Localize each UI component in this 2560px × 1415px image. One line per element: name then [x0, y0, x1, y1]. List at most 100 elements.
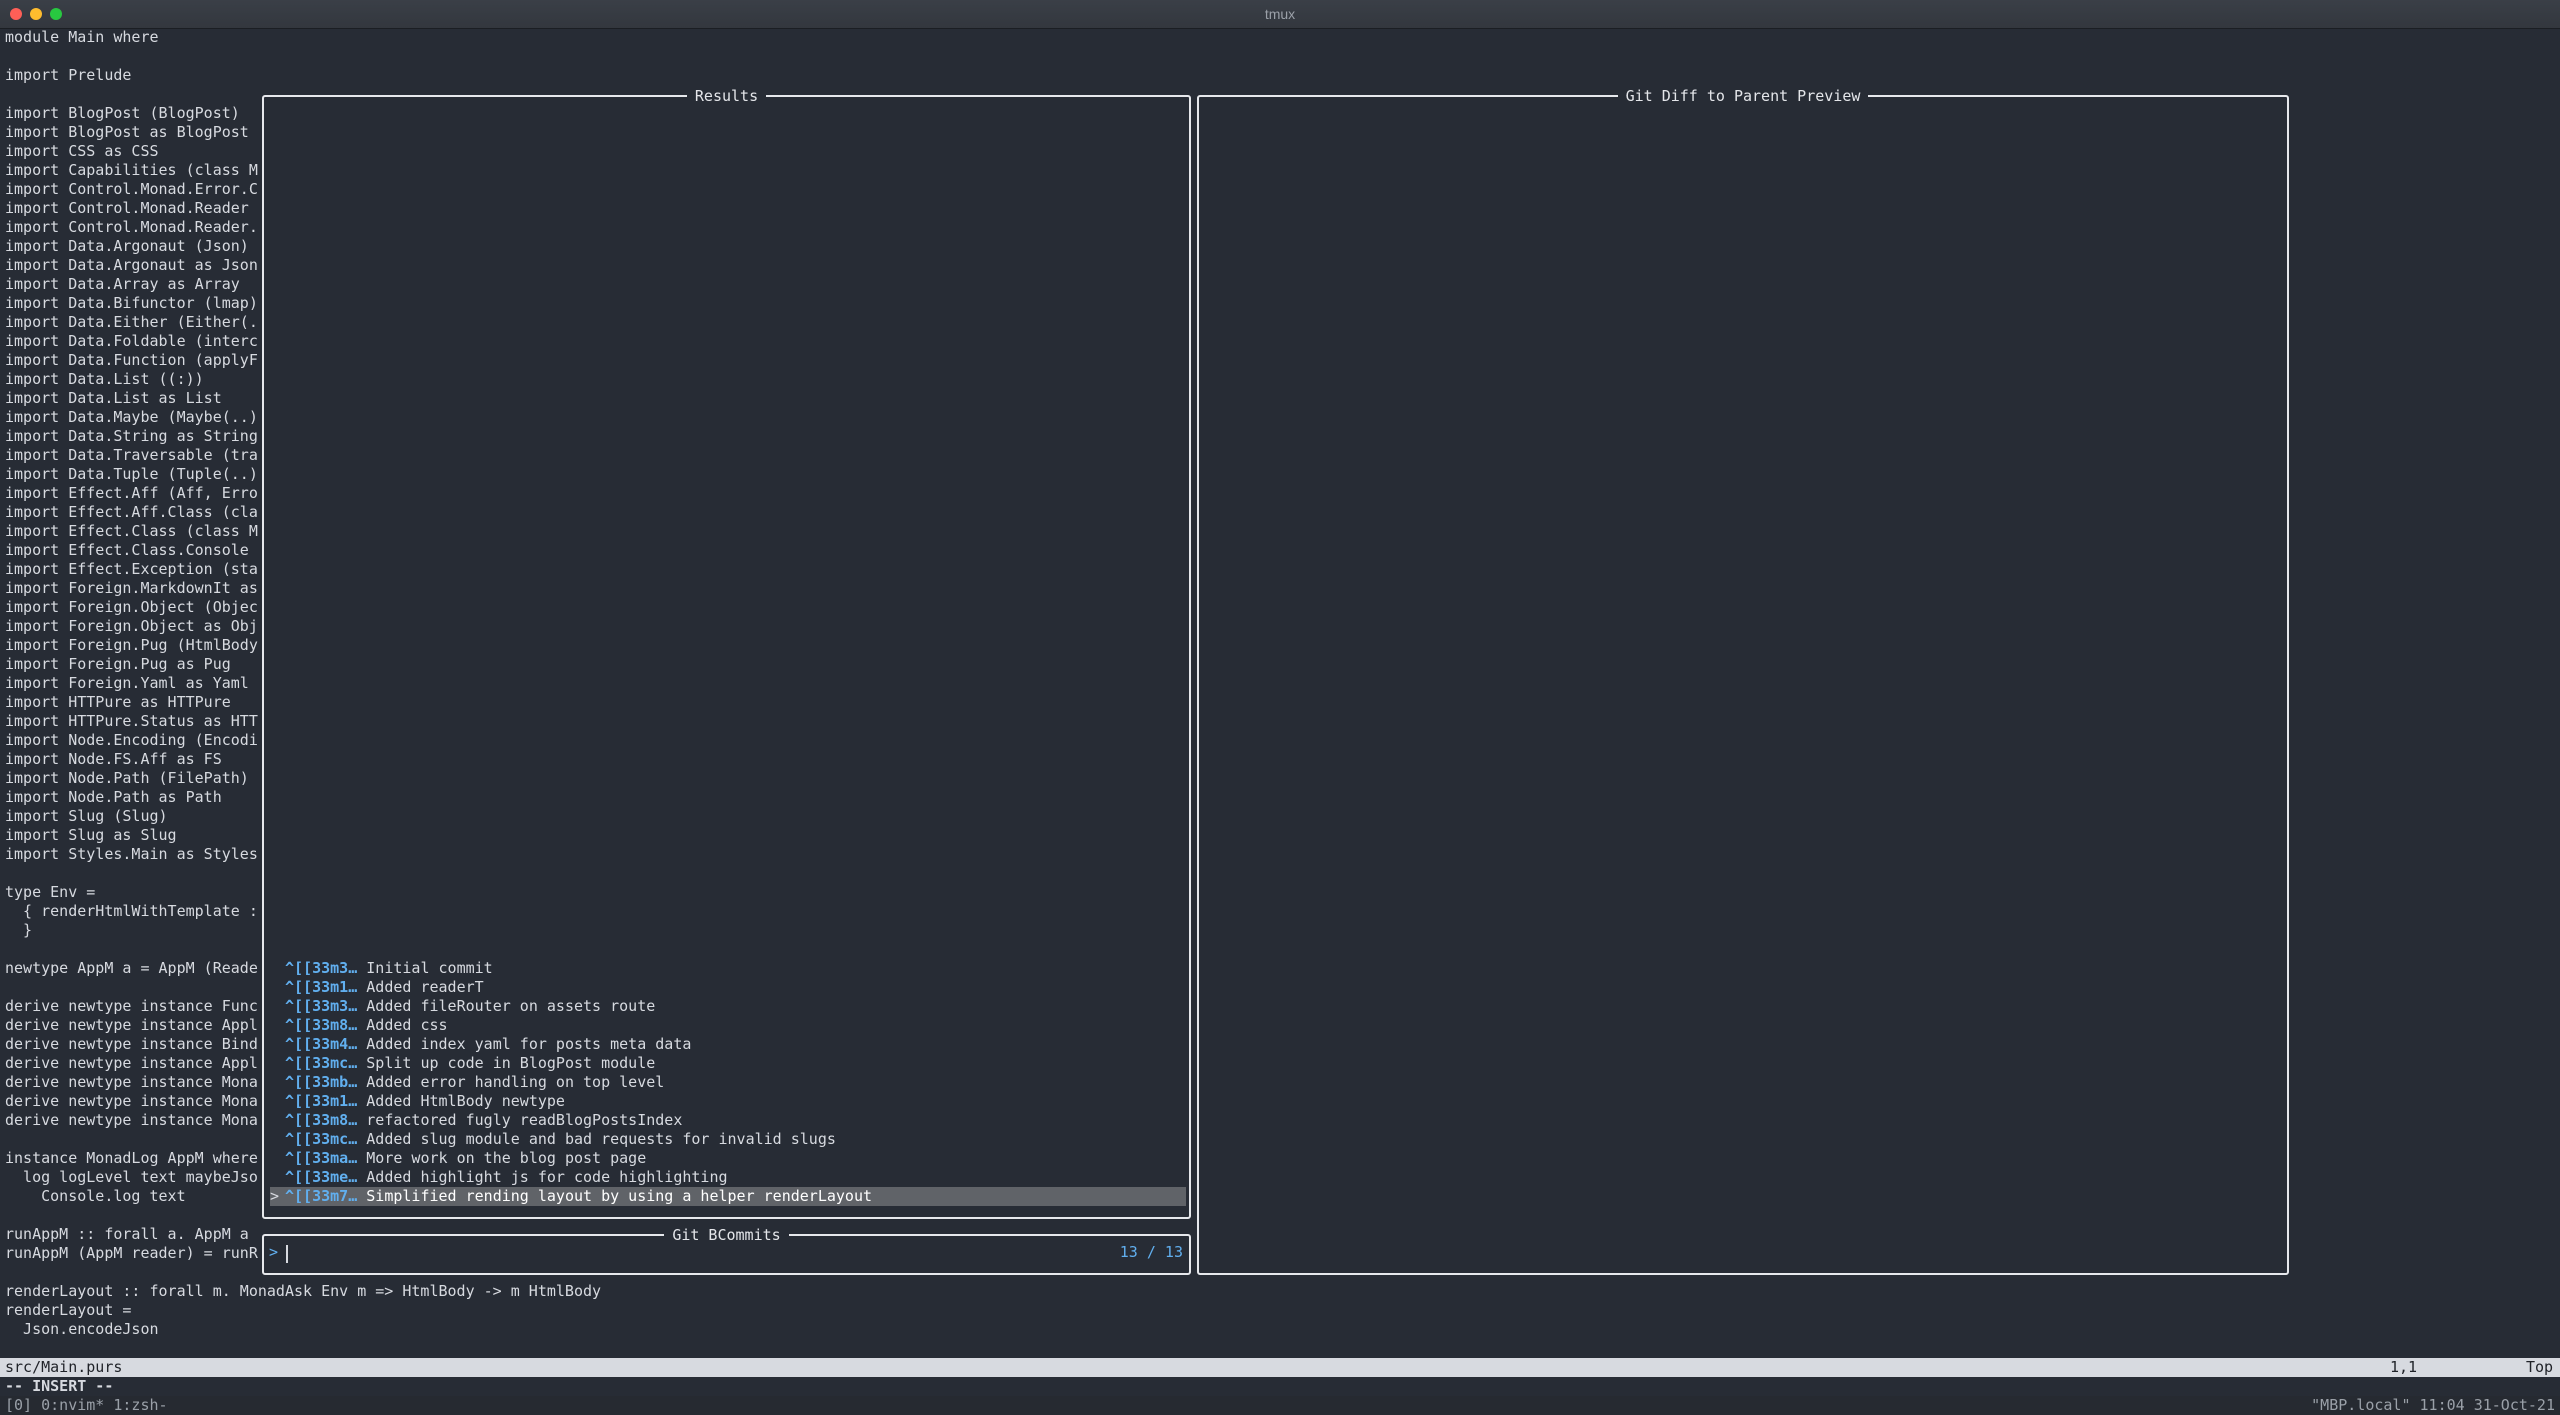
- commit-row[interactable]: ^[[33mc… Added slug module and bad reque…: [270, 1130, 1186, 1149]
- code-line: type Env =: [5, 883, 96, 901]
- commit-row[interactable]: ^[[33me… Added highlight js for code hig…: [270, 1168, 1186, 1187]
- code-line: import Node.Path as Path: [5, 788, 222, 806]
- code-line: import Data.Either (Either(.: [5, 313, 258, 331]
- code-line: log logLevel text maybeJso: [5, 1168, 258, 1186]
- commit-message: Added slug module and bad requests for i…: [366, 1130, 836, 1148]
- commit-hash: ^[[33m3…: [285, 959, 358, 977]
- commit-hash: ^[[33m1…: [285, 1092, 358, 1110]
- commit-row[interactable]: ^[[33m3… Initial commit: [270, 959, 1186, 978]
- window-title: tmux: [1264, 6, 1296, 22]
- commit-hash: ^[[33me…: [285, 1168, 358, 1186]
- code-line: import BlogPost as BlogPost: [5, 123, 249, 141]
- commit-row[interactable]: ^[[33m3… Added fileRouter on assets rout…: [270, 997, 1186, 1016]
- code-line: derive newtype instance Appl: [5, 1054, 258, 1072]
- scroll-position: Top: [2526, 1358, 2554, 1376]
- code-line: import Node.Encoding (Encodi: [5, 731, 258, 749]
- preview-pane-title: Git Diff to Parent Preview: [1617, 87, 1869, 105]
- window-titlebar: tmux: [0, 0, 2560, 29]
- code-line: import Slug (Slug): [5, 807, 168, 825]
- code-line: import Effect.Exception (sta: [5, 560, 258, 578]
- code-line: runAppM (AppM reader) = runR: [5, 1244, 258, 1262]
- code-line: import Node.Path (FilePath): [5, 769, 249, 787]
- code-line: import Slug as Slug: [5, 826, 177, 844]
- code-line: import Effect.Aff.Class (cla: [5, 503, 258, 521]
- code-line: import Foreign.Pug (HtmlBody: [5, 636, 258, 654]
- code-line: import HTTPure as HTTPure: [5, 693, 231, 711]
- code-line: renderLayout :: forall m. MonadAsk Env m…: [5, 1282, 602, 1300]
- code-line: import Control.Monad.Reader: [5, 199, 249, 217]
- code-line: derive newtype instance Func: [5, 997, 258, 1015]
- code-line: import Foreign.Object (Objec: [5, 598, 258, 616]
- prompt-pane-title: Git BCommits: [664, 1226, 789, 1244]
- tmux-windows[interactable]: [0] 0:nvim* 1:zsh-: [5, 1396, 168, 1415]
- commit-message: Added index yaml for posts meta data: [366, 1035, 692, 1053]
- selection-marker: >: [270, 1187, 280, 1205]
- commit-message: Added HtmlBody newtype: [366, 1092, 565, 1110]
- commit-message: More work on the blog post page: [366, 1149, 647, 1167]
- commit-row[interactable]: ^[[33m4… Added index yaml for posts meta…: [270, 1035, 1186, 1054]
- commit-message: Added readerT: [366, 978, 484, 996]
- code-line: import Foreign.Object as Obj: [5, 617, 258, 635]
- code-line: newtype AppM a = AppM (Reade: [5, 959, 258, 977]
- commit-row[interactable]: > ^[[33m7… Simplified rending layout by u…: [270, 1187, 1186, 1206]
- commit-row[interactable]: ^[[33m8… refactored fugly readBlogPostsI…: [270, 1111, 1186, 1130]
- code-line: derive newtype instance Mona: [5, 1092, 258, 1110]
- code-line: import Data.Traversable (tra: [5, 446, 258, 464]
- code-line: runAppM :: forall a. AppM a: [5, 1225, 249, 1243]
- code-line: }: [5, 921, 33, 939]
- maximize-window-button[interactable]: [50, 8, 62, 20]
- code-line: import Effect.Aff (Aff, Erro: [5, 484, 258, 502]
- results-pane: Results ^[[33m3… Initial commit ^[[33m1… …: [262, 87, 1191, 1219]
- commit-list[interactable]: ^[[33m3… Initial commit ^[[33m1… Added re…: [270, 959, 1186, 1206]
- code-line: import Control.Monad.Error.C: [5, 180, 258, 198]
- code-line: import Control.Monad.Reader.: [5, 218, 258, 236]
- commit-hash: ^[[33m4…: [285, 1035, 358, 1053]
- match-count: 13 / 13: [1119, 1243, 1183, 1261]
- tmux-host-clock: "MBP.local" 11:04 31-Oct-21: [2311, 1396, 2555, 1414]
- commit-row[interactable]: ^[[33mb… Added error handling on top lev…: [270, 1073, 1186, 1092]
- code-line: import Capabilities (class M: [5, 161, 258, 179]
- code-line: import Foreign.Pug as Pug: [5, 655, 231, 673]
- commit-row[interactable]: ^[[33m1… Added HtmlBody newtype: [270, 1092, 1186, 1111]
- commit-message: Added css: [366, 1016, 448, 1034]
- close-window-button[interactable]: [10, 8, 22, 20]
- code-line: derive newtype instance Mona: [5, 1073, 258, 1091]
- commit-hash: ^[[33m8…: [285, 1016, 358, 1034]
- minimize-window-button[interactable]: [30, 8, 42, 20]
- commit-hash: ^[[33m8…: [285, 1111, 358, 1129]
- code-line: { renderHtmlWithTemplate :: [5, 902, 258, 920]
- commit-row[interactable]: ^[[33m8… Added css: [270, 1016, 1186, 1035]
- code-line: import Data.Argonaut (Json): [5, 237, 249, 255]
- code-line: import Data.Foldable (interc: [5, 332, 258, 350]
- code-line: import Data.Maybe (Maybe(..): [5, 408, 258, 426]
- results-pane-title: Results: [686, 87, 767, 105]
- code-line: import Data.List as List: [5, 389, 222, 407]
- commit-row[interactable]: ^[[33ma… More work on the blog post page: [270, 1149, 1186, 1168]
- code-line: module Main where: [5, 28, 159, 46]
- code-line: instance MonadLog AppM where: [5, 1149, 258, 1167]
- commit-hash: ^[[33mb…: [285, 1073, 358, 1091]
- code-line: import Effect.Class (class M: [5, 522, 258, 540]
- vim-statusline: src/Main.purs 1,1 Top: [0, 1358, 2560, 1377]
- commit-hash: ^[[33m1…: [285, 978, 358, 996]
- vim-mode-indicator: -- INSERT --: [5, 1377, 114, 1395]
- code-line: import Foreign.Yaml as Yaml: [5, 674, 249, 692]
- code-line: import Prelude: [5, 66, 132, 84]
- code-line: Json.encodeJson: [5, 1320, 159, 1338]
- code-line: import Node.FS.Aff as FS: [5, 750, 222, 768]
- prompt-chevron: >: [269, 1243, 279, 1261]
- commit-row[interactable]: ^[[33m1… Added readerT: [270, 978, 1186, 997]
- code-line: import CSS as CSS: [5, 142, 159, 160]
- tmux-statusline: [0] 0:nvim* 1:zsh- "MBP.local" 11:04 31-…: [0, 1396, 2560, 1415]
- commit-hash: ^[[33ma…: [285, 1149, 358, 1167]
- code-line: import Data.List ((:)): [5, 370, 204, 388]
- commit-row[interactable]: ^[[33mc… Split up code in BlogPost modul…: [270, 1054, 1186, 1073]
- commit-message: Simplified rending layout by using a hel…: [366, 1187, 873, 1205]
- commit-hash: ^[[33m7…: [285, 1187, 358, 1205]
- search-input[interactable]: [286, 1245, 288, 1263]
- commit-hash: ^[[33mc…: [285, 1054, 358, 1072]
